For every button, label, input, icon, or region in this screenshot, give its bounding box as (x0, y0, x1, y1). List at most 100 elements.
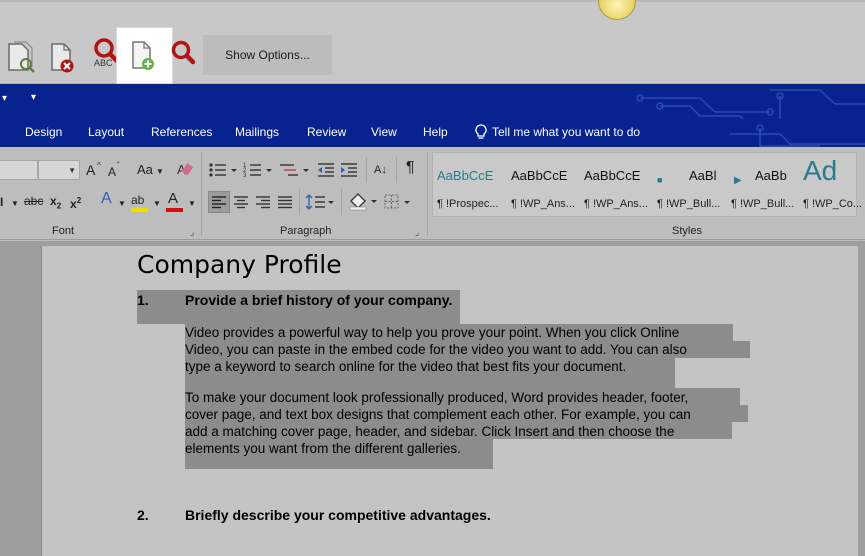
paragraph-line[interactable]: add a matching cover page, header, and s… (185, 423, 674, 440)
magnifier-icon[interactable] (168, 36, 202, 76)
style-wp-bull-2[interactable]: AaBb ¶ !WP_Bull... (727, 153, 799, 216)
tab-layout[interactable]: Layout (88, 125, 124, 139)
style-wp-co[interactable]: Ad ¶ !WP_Co... (799, 153, 862, 216)
tab-view[interactable]: View (371, 125, 397, 139)
paragraph-line[interactable]: Video, you can paste in the embed code f… (185, 341, 687, 358)
paragraph-dialog-launcher-icon[interactable]: ⌟ (415, 227, 419, 238)
style-name: ¶ !WP_Ans... (584, 198, 648, 210)
font-color-dropdown-icon[interactable]: ▼ (188, 197, 196, 211)
sort-button[interactable]: A↓ (374, 163, 387, 177)
align-right-icon[interactable] (255, 195, 271, 209)
tell-me-search[interactable]: Tell me what you want to do (474, 124, 640, 140)
superscript-index: 2 (76, 196, 82, 205)
styles-group-label: Styles (672, 225, 702, 237)
font-group-label: Font (52, 225, 75, 237)
grow-arrow-icon: ^ (97, 161, 101, 170)
style-wp-ans-1[interactable]: AaBbCcE ¶ !WP_Ans... (507, 153, 579, 216)
document-remove-icon[interactable] (48, 40, 82, 80)
list-heading[interactable]: Briefly describe your competitive advant… (185, 507, 491, 523)
tab-mailings[interactable]: Mailings (235, 125, 279, 139)
style-prospec[interactable]: AaBbCcE ¶ !Prospec... (433, 153, 505, 216)
shrink-arrow-icon: ˇ (117, 161, 120, 170)
ribbon-home: ▼ A ^ A ˇ Aa ▼ A I ▼ abc x2 x2 A ▼ ab ▼ … (0, 147, 865, 240)
multilevel-list-icon[interactable] (278, 161, 310, 179)
document-add-button[interactable] (116, 27, 173, 84)
tab-references[interactable]: References (151, 125, 212, 139)
subscript-button[interactable]: x2 (50, 194, 61, 213)
borders-icon[interactable] (383, 193, 413, 211)
font-dialog-launcher-icon[interactable]: ⌟ (190, 227, 194, 238)
group-separator (299, 189, 300, 215)
lightbulb-icon (475, 124, 487, 139)
customize-quick-access-icon[interactable]: ▾ (31, 92, 36, 103)
strikethrough-button[interactable]: abc (24, 194, 43, 208)
text-effects-button[interactable]: A (101, 191, 112, 207)
style-sample: AaBbCcE (437, 168, 494, 183)
case-dropdown-icon[interactable]: ▼ (156, 165, 164, 179)
group-separator (366, 157, 367, 183)
paragraph-line[interactable]: To make your document look professionall… (185, 389, 688, 406)
show-hide-button[interactable]: ¶ (406, 160, 415, 176)
orb-icon[interactable] (598, 0, 636, 20)
shrink-font-button[interactable]: A (108, 165, 116, 179)
line-spacing-icon[interactable] (305, 193, 335, 211)
paragraph-line[interactable]: cover page, and text box designs that co… (185, 406, 691, 423)
highlight-dropdown-icon[interactable]: ▼ (153, 197, 161, 211)
superscript-button[interactable]: x2 (70, 194, 81, 211)
document-add-icon (128, 38, 162, 78)
circuit-pattern-lower-icon (730, 124, 865, 147)
paragraph-line[interactable]: Video provides a powerful way to help yo… (185, 324, 679, 341)
superscript-x: x (70, 197, 77, 211)
style-wp-ans-2[interactable]: AaBbCcE ¶ !WP_Ans... (580, 153, 652, 216)
decrease-indent-icon[interactable] (316, 161, 336, 179)
paragraph-line[interactable]: type a keyword to search online for the … (185, 358, 626, 375)
top-toolbar: ABC Show Options... (0, 0, 865, 84)
document-title[interactable]: Company Profile (137, 250, 342, 279)
group-separator (427, 152, 428, 236)
abc-caption: ABC (94, 58, 113, 68)
group-separator (341, 189, 342, 215)
tab-design[interactable]: Design (25, 125, 62, 139)
style-wp-bull-1[interactable]: AaBl ¶ !WP_Bull... (653, 153, 725, 216)
quick-access-arrow[interactable]: ▾ (2, 93, 7, 104)
style-name: ¶ !WP_Bull... (731, 198, 795, 210)
align-left-icon[interactable] (211, 195, 227, 209)
style-name: ¶ !WP_Co... (803, 198, 863, 210)
font-name-combo[interactable] (0, 160, 38, 180)
grow-font-button[interactable]: A (86, 163, 95, 177)
ribbon-tabs: Design Layout References Mailings Review… (0, 119, 865, 147)
style-sample: AaBbCcE (584, 168, 641, 183)
group-separator (201, 152, 202, 236)
style-sample: AaBl (689, 168, 717, 183)
change-case-button[interactable]: Aa (137, 163, 153, 177)
document-magnifier-icon[interactable] (6, 40, 40, 80)
shading-icon[interactable] (348, 191, 378, 211)
italic-button-partial[interactable]: I (0, 195, 3, 209)
style-sample: Ad (803, 155, 838, 186)
font-size-combo[interactable]: ▼ (38, 160, 80, 180)
text-effects-dropdown-icon[interactable]: ▼ (118, 197, 126, 211)
bullets-icon[interactable] (208, 161, 238, 179)
increase-indent-icon[interactable] (339, 161, 359, 179)
numbering-icon[interactable]: 1 2 3 (243, 161, 273, 179)
show-options-button[interactable]: Show Options... (203, 35, 332, 75)
align-center-icon[interactable] (233, 195, 249, 209)
underline-dropdown-icon[interactable]: ▼ (11, 197, 19, 211)
circuit-pattern-icon (636, 89, 865, 119)
paragraph-line[interactable]: elements you want from the different gal… (185, 440, 461, 457)
toolbar-top-line (0, 0, 865, 2)
list-heading[interactable]: Provide a brief history of your company. (185, 292, 452, 308)
justify-icon[interactable] (277, 195, 293, 209)
font-color-button[interactable]: A (168, 191, 178, 206)
chevron-down-icon: ▼ (68, 166, 76, 175)
group-separator (396, 157, 397, 183)
clear-formatting-icon[interactable]: A (176, 160, 194, 180)
tab-review[interactable]: Review (307, 125, 346, 139)
style-sample: AaBb (755, 168, 787, 183)
highlight-button[interactable]: ab (131, 193, 144, 207)
font-color-bar (166, 208, 183, 212)
subscript-x: x (50, 194, 57, 208)
list-number: 1. (137, 292, 149, 308)
tab-help[interactable]: Help (423, 125, 448, 139)
title-bar: ▾ ▾ (0, 84, 865, 119)
